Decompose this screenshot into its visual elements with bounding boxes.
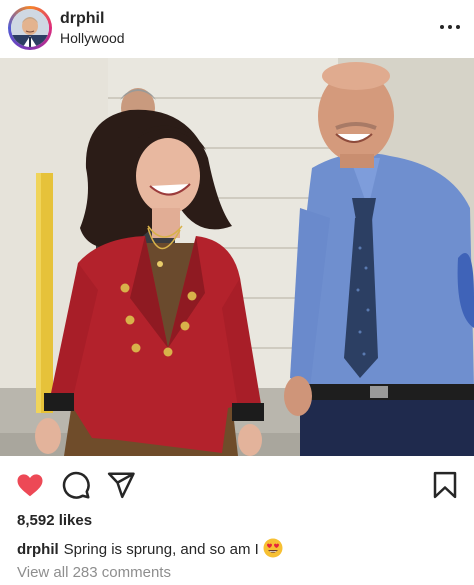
caption-text: Spring is sprung, and so am I [63, 541, 259, 558]
photo-image [0, 58, 474, 456]
comment-bubble-icon[interactable] [61, 470, 91, 500]
post-photo[interactable] [0, 58, 474, 456]
more-horizontal-icon[interactable] [437, 16, 463, 38]
post-location[interactable]: Hollywood [60, 30, 125, 46]
likes-count[interactable]: 8,592 likes [17, 512, 92, 529]
post-header: drphil Hollywood [0, 0, 474, 57]
avatar[interactable] [11, 9, 49, 47]
view-comments-link[interactable]: View all 283 comments [17, 564, 171, 581]
post-username[interactable]: drphil [60, 10, 104, 28]
smiling-face-with-heart-eyes-icon [263, 538, 283, 558]
paper-plane-icon[interactable] [106, 470, 136, 500]
avatar-image [11, 9, 49, 47]
story-ring[interactable] [8, 6, 52, 50]
heart-icon[interactable] [15, 470, 45, 500]
caption-username[interactable]: drphil [17, 541, 59, 558]
post-caption: drphil Spring is sprung, and so am I [17, 538, 283, 558]
post-actions [0, 456, 474, 512]
bookmark-icon[interactable] [430, 470, 460, 500]
